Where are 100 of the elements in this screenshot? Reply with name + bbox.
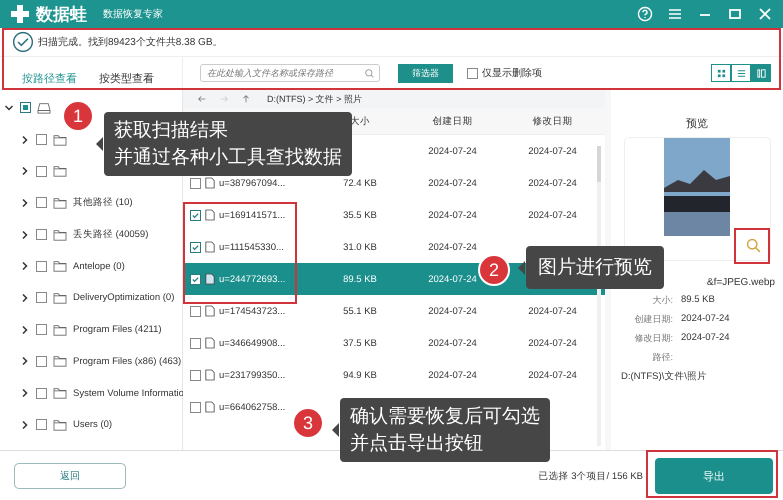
checkbox[interactable] <box>36 292 47 304</box>
created-date: 2024-07-24 <box>428 274 477 284</box>
file-size: 89.5 KB <box>343 274 377 284</box>
chevron-right-icon[interactable] <box>20 198 30 208</box>
chevron-right-icon[interactable] <box>20 230 30 240</box>
checkbox[interactable] <box>190 274 201 284</box>
chevron-right-icon[interactable] <box>20 134 30 145</box>
column-header[interactable]: 修改日期 <box>532 116 572 126</box>
checkbox[interactable] <box>190 370 201 380</box>
file-name: u=231799350... <box>219 370 286 380</box>
scan-status-text: 扫描完成。找到89423个文件共8.38 GB。 <box>38 36 222 49</box>
grid-icon <box>717 69 725 77</box>
file-icon <box>205 369 215 381</box>
checkbox[interactable] <box>36 324 47 336</box>
folder-icon <box>53 292 67 304</box>
file-size: 94.9 KB <box>343 370 377 380</box>
file-size: 72.4 KB <box>343 178 377 188</box>
magnifier-icon[interactable] <box>744 237 762 254</box>
folder-icon <box>53 196 67 209</box>
filter-button[interactable]: 筛选器 <box>398 64 453 82</box>
tree-item[interactable]: DeliveryOptimization (0) <box>73 292 174 304</box>
callout-text: 并通过各种小工具查找数据 <box>114 146 342 170</box>
columns-icon <box>756 68 766 78</box>
checkbox[interactable] <box>36 197 47 208</box>
created-date: 2024-07-24 <box>428 306 477 316</box>
created-date: 2024-07-24 <box>428 178 477 188</box>
column-header[interactable]: 创建日期 <box>432 116 472 126</box>
tree-item[interactable]: Users (0) <box>73 419 112 430</box>
file-icon <box>205 337 215 349</box>
view-mode-button[interactable] <box>731 64 751 82</box>
info-label: 路径: <box>651 351 673 364</box>
file-icon <box>205 401 215 413</box>
close-icon[interactable] <box>757 6 773 22</box>
folder-icon <box>53 418 67 431</box>
app-subtitle: 数据恢复专家 <box>103 8 163 21</box>
tree-item[interactable]: Antelope (0) <box>73 260 125 272</box>
chevron-right-icon[interactable] <box>20 261 30 272</box>
breadcrumb-path: D:(NTFS) > 文件 > 照片 <box>267 92 362 106</box>
tree-item[interactable]: System Volume Informatio <box>73 388 184 399</box>
file-icon <box>205 209 215 221</box>
created-date: 2024-07-24 <box>428 210 477 220</box>
tree-item[interactable]: Program Files (x86) (463) <box>73 356 182 367</box>
up-arrow-icon[interactable] <box>241 94 251 104</box>
drive-icon <box>37 102 51 114</box>
file-name: u=111545330... <box>219 242 284 252</box>
chevron-right-icon[interactable] <box>20 324 30 335</box>
checkbox[interactable] <box>36 134 47 146</box>
checkbox[interactable] <box>20 102 31 114</box>
view-mode-button[interactable] <box>711 64 731 82</box>
checkbox[interactable] <box>190 338 201 348</box>
info-label: 创建日期: <box>633 313 673 326</box>
created-date: 2024-07-24 <box>428 242 477 252</box>
chevron-right-icon[interactable] <box>20 356 30 366</box>
chevron-right-icon[interactable] <box>20 292 30 303</box>
checkbox[interactable] <box>190 306 201 316</box>
checkbox[interactable] <box>36 166 47 177</box>
folder-icon <box>53 165 67 178</box>
search-icon[interactable] <box>364 68 375 78</box>
checkbox[interactable] <box>36 260 47 272</box>
checkbox[interactable] <box>190 242 201 252</box>
file-size: 35.5 KB <box>343 210 377 220</box>
created-date: 2024-07-24 <box>428 338 477 348</box>
view-tab[interactable]: 按类型查看 <box>77 57 154 89</box>
tree-item[interactable]: 丢失路径 (40059) <box>73 228 148 242</box>
file-icon <box>205 305 215 317</box>
back-arrow-icon[interactable] <box>197 94 207 104</box>
file-name: u=174543723... <box>219 306 286 316</box>
checkbox[interactable] <box>190 402 201 412</box>
file-name: u=169141571... <box>219 210 286 220</box>
modified-date: 2024-07-24 <box>528 306 577 316</box>
search-field[interactable]: 在此处输入文件名称或保存路径 <box>200 64 380 82</box>
chevron-down-icon[interactable] <box>4 102 14 113</box>
checkbox[interactable] <box>36 388 47 399</box>
info-value: 2024-07-24 <box>681 313 730 326</box>
checkbox[interactable] <box>36 419 47 430</box>
back-button[interactable]: 返回 <box>14 463 126 489</box>
tree-item[interactable]: 其他路径 (10) <box>73 196 133 210</box>
file-name: u=346649908... <box>219 338 286 348</box>
checkbox[interactable] <box>467 68 478 78</box>
checkbox[interactable] <box>36 229 47 240</box>
file-icon <box>205 241 215 253</box>
highlight-frame <box>734 228 770 264</box>
view-mode-button[interactable] <box>751 64 771 82</box>
export-button[interactable]: 导出 <box>655 458 773 494</box>
preview-file-name: &f=JPEG.webp <box>706 277 775 288</box>
modified-date: 2024-07-24 <box>528 338 577 348</box>
chevron-right-icon[interactable] <box>20 420 30 430</box>
maximize-icon[interactable] <box>727 6 743 22</box>
chevron-right-icon[interactable] <box>20 166 30 176</box>
file-name: u=244772693... <box>219 274 286 284</box>
tree-item[interactable]: Program Files (4211) <box>73 324 162 336</box>
help-icon[interactable] <box>637 6 653 22</box>
file-size: 31.0 KB <box>343 242 377 252</box>
view-tab[interactable]: 按路径查看 <box>0 57 77 89</box>
checkbox[interactable] <box>36 356 47 367</box>
checkbox[interactable] <box>190 178 201 188</box>
menu-icon[interactable] <box>667 6 683 22</box>
checkbox[interactable] <box>190 210 201 220</box>
chevron-right-icon[interactable] <box>20 388 30 398</box>
plus-logo-icon <box>10 4 30 24</box>
